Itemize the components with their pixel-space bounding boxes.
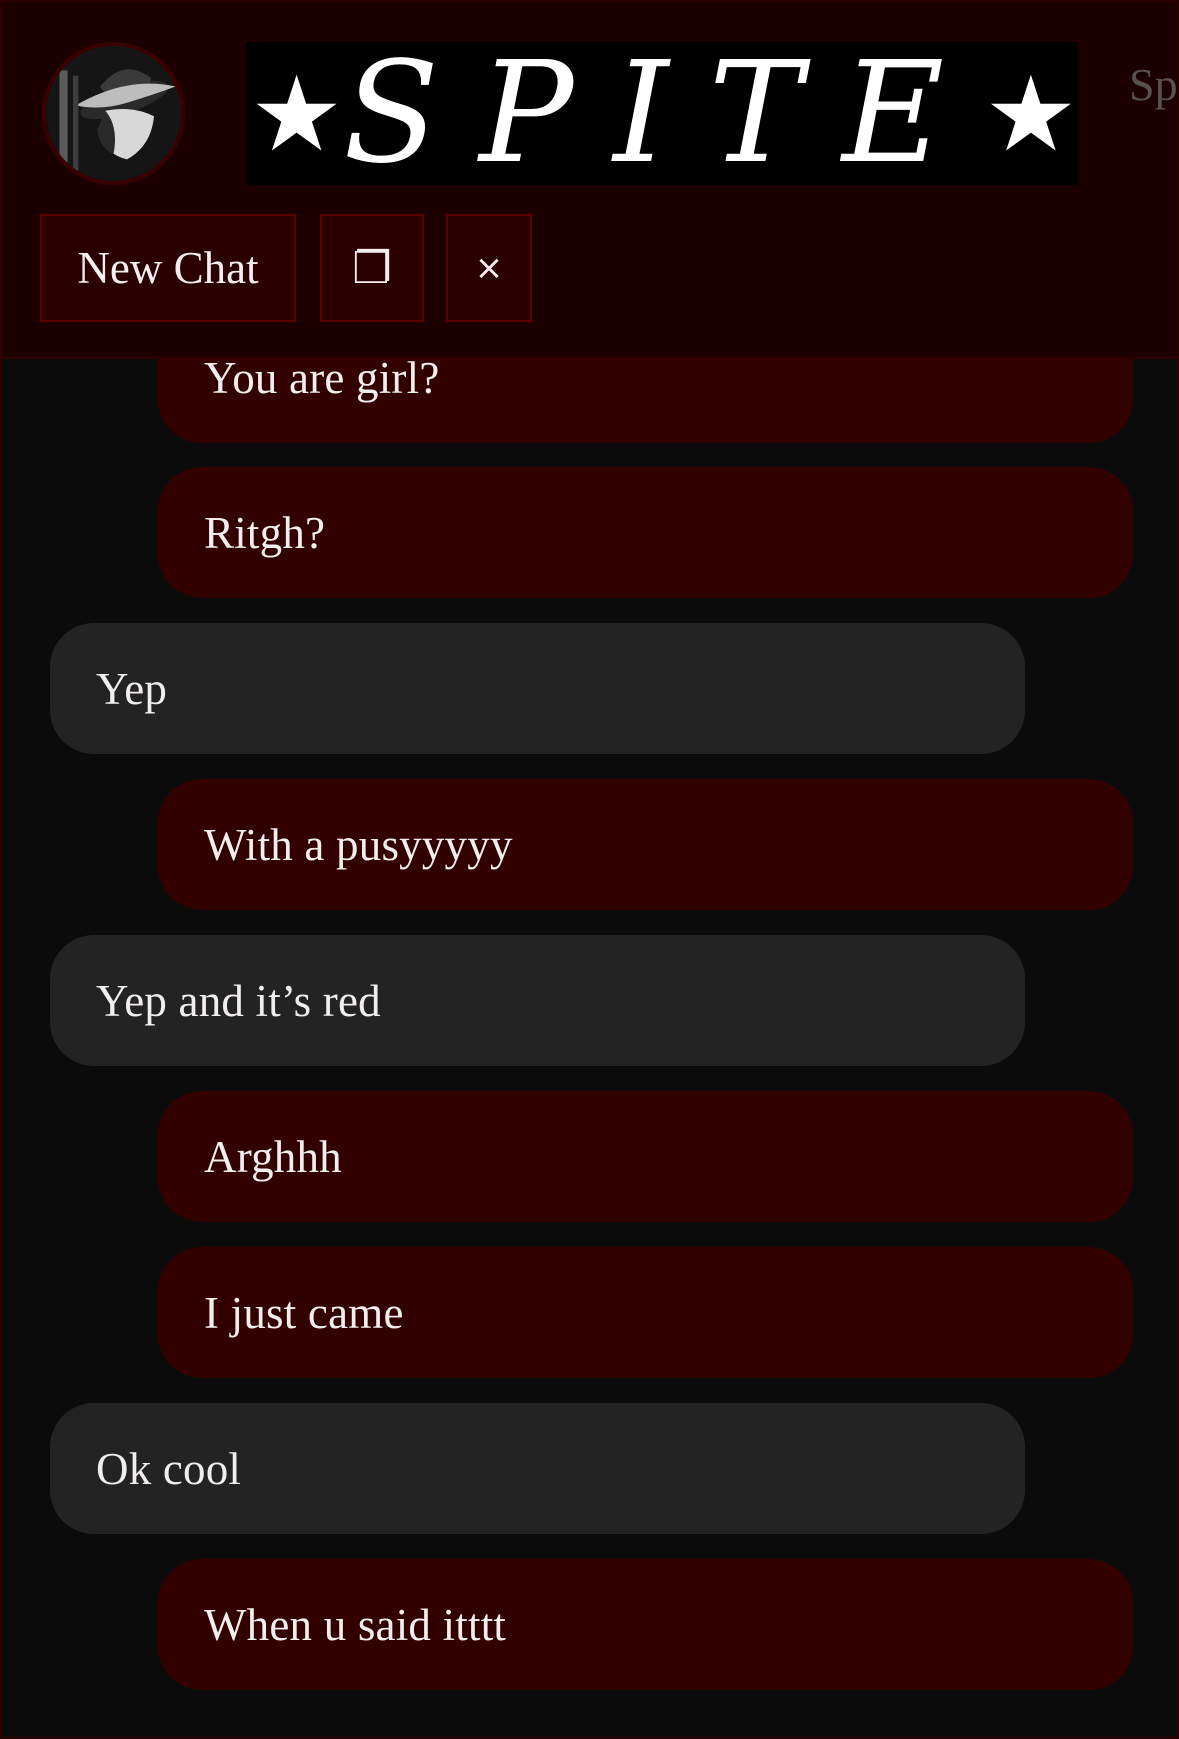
star-icon: ★ [250,52,344,175]
header-side-text: Sp Ch [1129,59,1178,110]
message-text: With a pusyyyyy [204,819,513,870]
avatar[interactable] [42,42,185,185]
message-text: Arghhh [204,1131,342,1182]
new-chat-button[interactable]: New Chat [40,214,296,322]
message-text: You are girl? [204,352,440,403]
message-outgoing: Arghhh [158,1091,1133,1222]
message-outgoing: With a pusyyyyy [158,779,1133,910]
message-incoming: Yep [50,623,1025,754]
avatar-image [46,46,181,181]
spite-banner-logo: ★ SPITE ★ [246,42,1078,185]
chat-header: ★ SPITE ★ Sp Ch New Chat ❐ × [2,2,1178,359]
message-incoming: Yep and it’s red [50,935,1025,1066]
message-outgoing: Ritgh? [158,467,1133,598]
message-text: Ritgh? [204,507,326,558]
message-text: Yep [96,663,168,714]
app-frame: You are girl? Ritgh? Yep With a pusyyyyy… [0,0,1179,1739]
message-text: When u said itttt [204,1599,507,1650]
copy-icon: ❐ [352,242,392,294]
star-icon: ★ [984,52,1078,175]
copy-button[interactable]: ❐ [320,214,424,322]
banner-title: SPITE [343,31,985,195]
message-outgoing: I just came [158,1247,1133,1378]
message-text: Ok cool [96,1443,242,1494]
close-icon: × [474,248,504,288]
message-outgoing: When u said itttt [158,1559,1133,1690]
close-button[interactable]: × [446,214,532,322]
message-text: Yep and it’s red [96,975,381,1026]
message-incoming: Ok cool [50,1403,1025,1534]
message-text: I just came [204,1287,404,1338]
